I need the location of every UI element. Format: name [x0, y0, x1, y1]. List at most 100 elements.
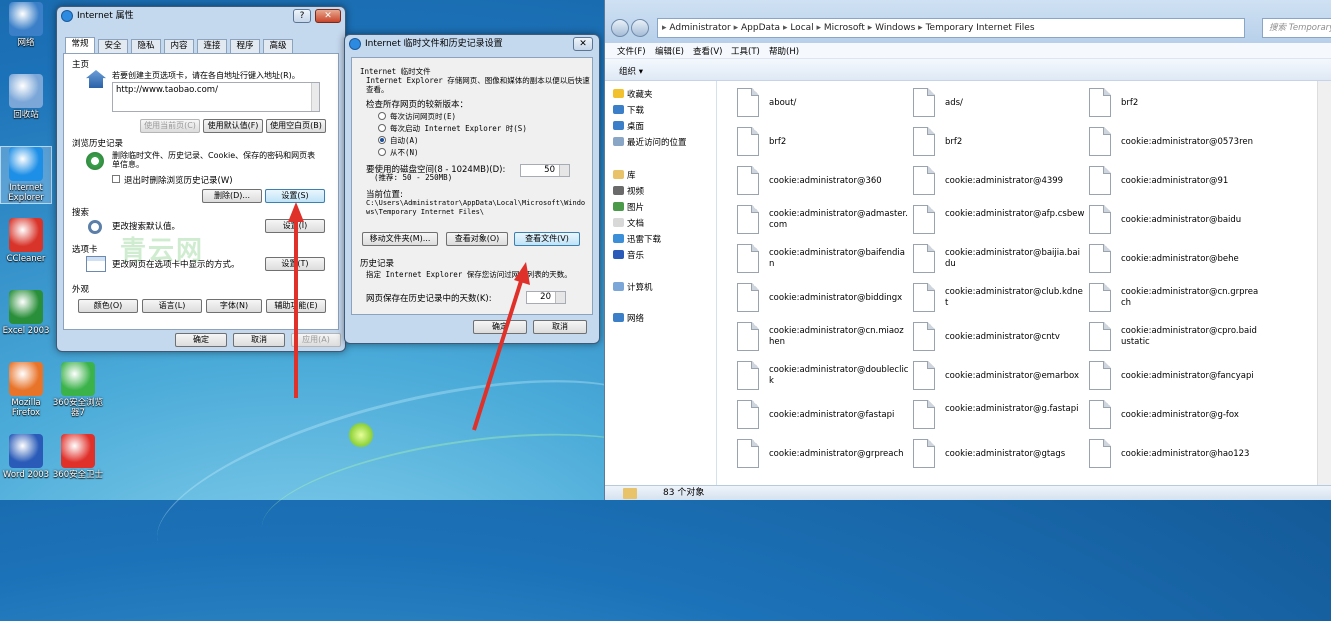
address-bar[interactable]: ▸ Administrator ▸ AppData ▸ Local ▸ Micr… [657, 18, 1245, 38]
file-item[interactable]: cookie:administrator@baifendian [737, 241, 909, 277]
arrowhead-icon [514, 262, 530, 285]
nav-item-10[interactable]: 音乐 [627, 249, 644, 261]
file-icon [737, 244, 759, 273]
file-name: cookie:administrator@cn.miaozhen [769, 326, 904, 347]
nav-item-11[interactable]: 计算机 [627, 281, 653, 293]
file-item[interactable]: cookie:administrator@grpreach [737, 436, 909, 472]
file-item[interactable]: cookie:administrator@91 [1089, 163, 1261, 199]
breadcrumb-item[interactable]: Microsoft [824, 23, 865, 33]
nav-item-8[interactable]: 文档 [627, 217, 644, 229]
organize-button[interactable]: 组织 ▾ [619, 65, 643, 77]
vertical-scrollbar[interactable] [1317, 81, 1331, 485]
nav-item-7[interactable]: 图片 [627, 201, 644, 213]
file-item[interactable]: cookie:administrator@baijia.baidu [913, 241, 1085, 277]
file-item[interactable]: cookie:administrator@cn.grpreach [1089, 280, 1261, 316]
file-item[interactable]: cookie:administrator@cn.miaozhen [737, 319, 909, 355]
file-icon [737, 322, 759, 351]
file-icon [1089, 283, 1111, 312]
file-item[interactable]: cookie:administrator@gtags [913, 436, 1085, 472]
nav-item-4[interactable]: 最近访问的位置 [627, 136, 687, 148]
file-item[interactable]: brf2 [1089, 85, 1261, 121]
file-name: cookie:administrator@baidu [1121, 215, 1242, 225]
file-icon [1089, 166, 1111, 195]
documents-icon [613, 218, 624, 227]
breadcrumb-item[interactable]: Windows [875, 23, 915, 33]
file-item[interactable]: cookie:administrator@fastapi [737, 397, 909, 433]
menu-item-3[interactable]: 查看(V) [693, 45, 722, 57]
file-name: cookie:administrator@baijia.baidu [945, 248, 1081, 269]
file-icon [913, 283, 935, 312]
file-name: cookie:administrator@admaster.com [769, 209, 908, 230]
videos-icon [613, 186, 624, 195]
file-item[interactable]: cookie:administrator@doubleclick [737, 358, 909, 394]
file-item[interactable]: brf2 [737, 124, 909, 160]
file-item[interactable]: cookie:administrator@4399 [913, 163, 1085, 199]
nav-item-6[interactable]: 视频 [627, 185, 644, 197]
breadcrumb-item[interactable]: AppData [741, 23, 780, 33]
thunder-download-icon [613, 234, 624, 243]
file-item[interactable]: cookie:administrator@cntv [913, 319, 1085, 355]
menu-item-1[interactable]: 文件(F) [617, 45, 646, 57]
nav-item-1[interactable]: 收藏夹 [627, 88, 653, 100]
file-name: cookie:administrator@afp.csbew [945, 209, 1085, 219]
file-item[interactable]: cookie:administrator@baidu [1089, 202, 1261, 238]
file-item[interactable]: cookie:administrator@g-fox [1089, 397, 1261, 433]
file-icon [1089, 127, 1111, 156]
file-icon [737, 166, 759, 195]
file-icon [737, 127, 759, 156]
file-item[interactable]: cookie:administrator@club.kdnet [913, 280, 1085, 316]
breadcrumb-item[interactable]: Local [790, 23, 813, 33]
explorer-window[interactable]: ▸ Administrator ▸ AppData ▸ Local ▸ Micr… [604, 0, 1331, 500]
file-item[interactable]: cookie:administrator@360 [737, 163, 909, 199]
file-name: cookie:administrator@biddingx [769, 293, 903, 303]
favorites-star-icon [613, 89, 624, 98]
nav-item-12[interactable]: 网络 [627, 312, 644, 324]
file-icon [1089, 88, 1111, 117]
file-name: cookie:administrator@g-fox [1121, 410, 1239, 420]
status-bar: 83 个对象 [605, 485, 1331, 500]
file-icon [737, 88, 759, 117]
file-name: cookie:administrator@baifendian [769, 248, 905, 269]
file-icon [913, 439, 935, 468]
file-item[interactable]: cookie:administrator@admaster.com [737, 202, 909, 238]
explorer-toolbar: ▸ Administrator ▸ AppData ▸ Local ▸ Micr… [605, 0, 1331, 43]
nav-item-9[interactable]: 迅雷下载 [627, 233, 661, 245]
file-item[interactable]: cookie:administrator@0573ren [1089, 124, 1261, 160]
breadcrumb-item[interactable]: Temporary Internet Files [926, 23, 1035, 33]
file-item[interactable]: cookie:administrator@behe [1089, 241, 1261, 277]
file-item[interactable]: cookie:administrator@g.fastapi [913, 397, 1085, 433]
file-name: cookie:administrator@cntv [945, 332, 1060, 342]
libraries-icon [613, 170, 624, 179]
file-item[interactable]: cookie:administrator@hao123 [1089, 436, 1261, 472]
annotation-arrows [288, 202, 530, 431]
file-item[interactable]: ads/ [913, 85, 1085, 121]
downloads-folder-icon [613, 105, 624, 114]
file-icon [737, 400, 759, 429]
file-item[interactable]: cookie:administrator@fancyapi [1089, 358, 1261, 394]
file-name: cookie:administrator@emarbox [945, 371, 1080, 381]
file-item[interactable]: cookie:administrator@emarbox [913, 358, 1085, 394]
nav-item-3[interactable]: 桌面 [627, 120, 644, 132]
file-icon [913, 322, 935, 351]
file-icon [1089, 439, 1111, 468]
file-item[interactable]: cookie:administrator@biddingx [737, 280, 909, 316]
arrow-to-view-files [472, 277, 524, 431]
back-button-icon[interactable] [611, 19, 629, 37]
menu-item-5[interactable]: 帮助(H) [769, 45, 799, 57]
file-item[interactable]: cookie:administrator@afp.csbew [913, 202, 1085, 238]
file-item[interactable]: brf2 [913, 124, 1085, 160]
forward-button-icon[interactable] [631, 19, 649, 37]
menu-item-4[interactable]: 工具(T) [731, 45, 760, 57]
nav-item-5[interactable]: 库 [627, 169, 636, 181]
file-name: cookie:administrator@g.fastapi [945, 404, 1079, 414]
file-icon [913, 166, 935, 195]
file-item[interactable]: cookie:administrator@cpro.baidustatic [1089, 319, 1261, 355]
file-item[interactable]: about/ [737, 85, 909, 121]
music-icon [613, 250, 624, 259]
breadcrumb-item[interactable]: Administrator [669, 23, 730, 33]
nav-item-2[interactable]: 下载 [627, 104, 644, 116]
search-box[interactable]: 搜索 Temporary [1262, 18, 1331, 38]
file-name: cookie:administrator@360 [769, 176, 882, 186]
menu-item-2[interactable]: 编辑(E) [655, 45, 684, 57]
breadcrumb-separator-icon: ▸ [915, 23, 926, 33]
